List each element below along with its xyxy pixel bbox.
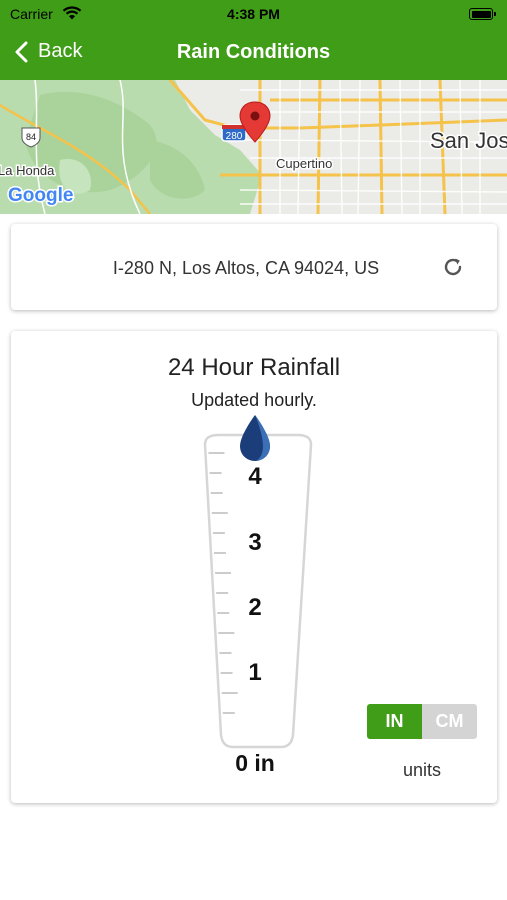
google-logo: Google [7,184,75,208]
map-label-la-honda: La Honda [0,163,55,178]
rain-gauge: 4 3 2 1 [193,413,317,753]
scale-label-2: 2 [248,594,262,621]
nav-bar: Back Rain Conditions [0,28,507,80]
refresh-icon[interactable] [441,255,465,279]
scale-label-3: 3 [248,529,262,556]
hwy-280-label: 280 [226,131,243,142]
units-label: units [402,760,442,780]
raindrop-icon [240,415,270,461]
address-card: I-280 N, Los Altos, CA 94024, US [11,224,497,310]
units-in-option[interactable]: IN [367,704,422,739]
rainfall-value: 0 in [235,750,275,776]
rainfall-title: 24 Hour Rainfall [167,354,341,381]
scale-label-1: 1 [248,659,262,686]
highway-280-shield-icon: 280 [221,124,247,142]
units-toggle[interactable]: IN CM [367,704,477,739]
scale-label-4: 4 [248,463,262,490]
location-map[interactable]: 280 84 Cupertino San Jos La Honda Google [0,80,507,214]
map-label-san-jose: San Jos [430,128,507,153]
rainfall-subtitle: Updated hourly. [191,390,317,410]
status-bar: Carrier 4:38 PM [0,0,507,28]
units-cm-option[interactable]: CM [422,704,477,739]
google-logo-text: Google [8,185,73,206]
page-title: Rain Conditions [176,41,331,63]
address-text: I-280 N, Los Altos, CA 94024, US [112,258,380,278]
hwy-84-label: 84 [26,132,36,142]
rainfall-card: 24 Hour Rainfall Updated hourly. 4 3 2 1… [11,331,497,803]
clock: 4:38 PM [227,6,280,22]
battery-icon [469,8,496,20]
map-label-cupertino: Cupertino [276,156,332,171]
